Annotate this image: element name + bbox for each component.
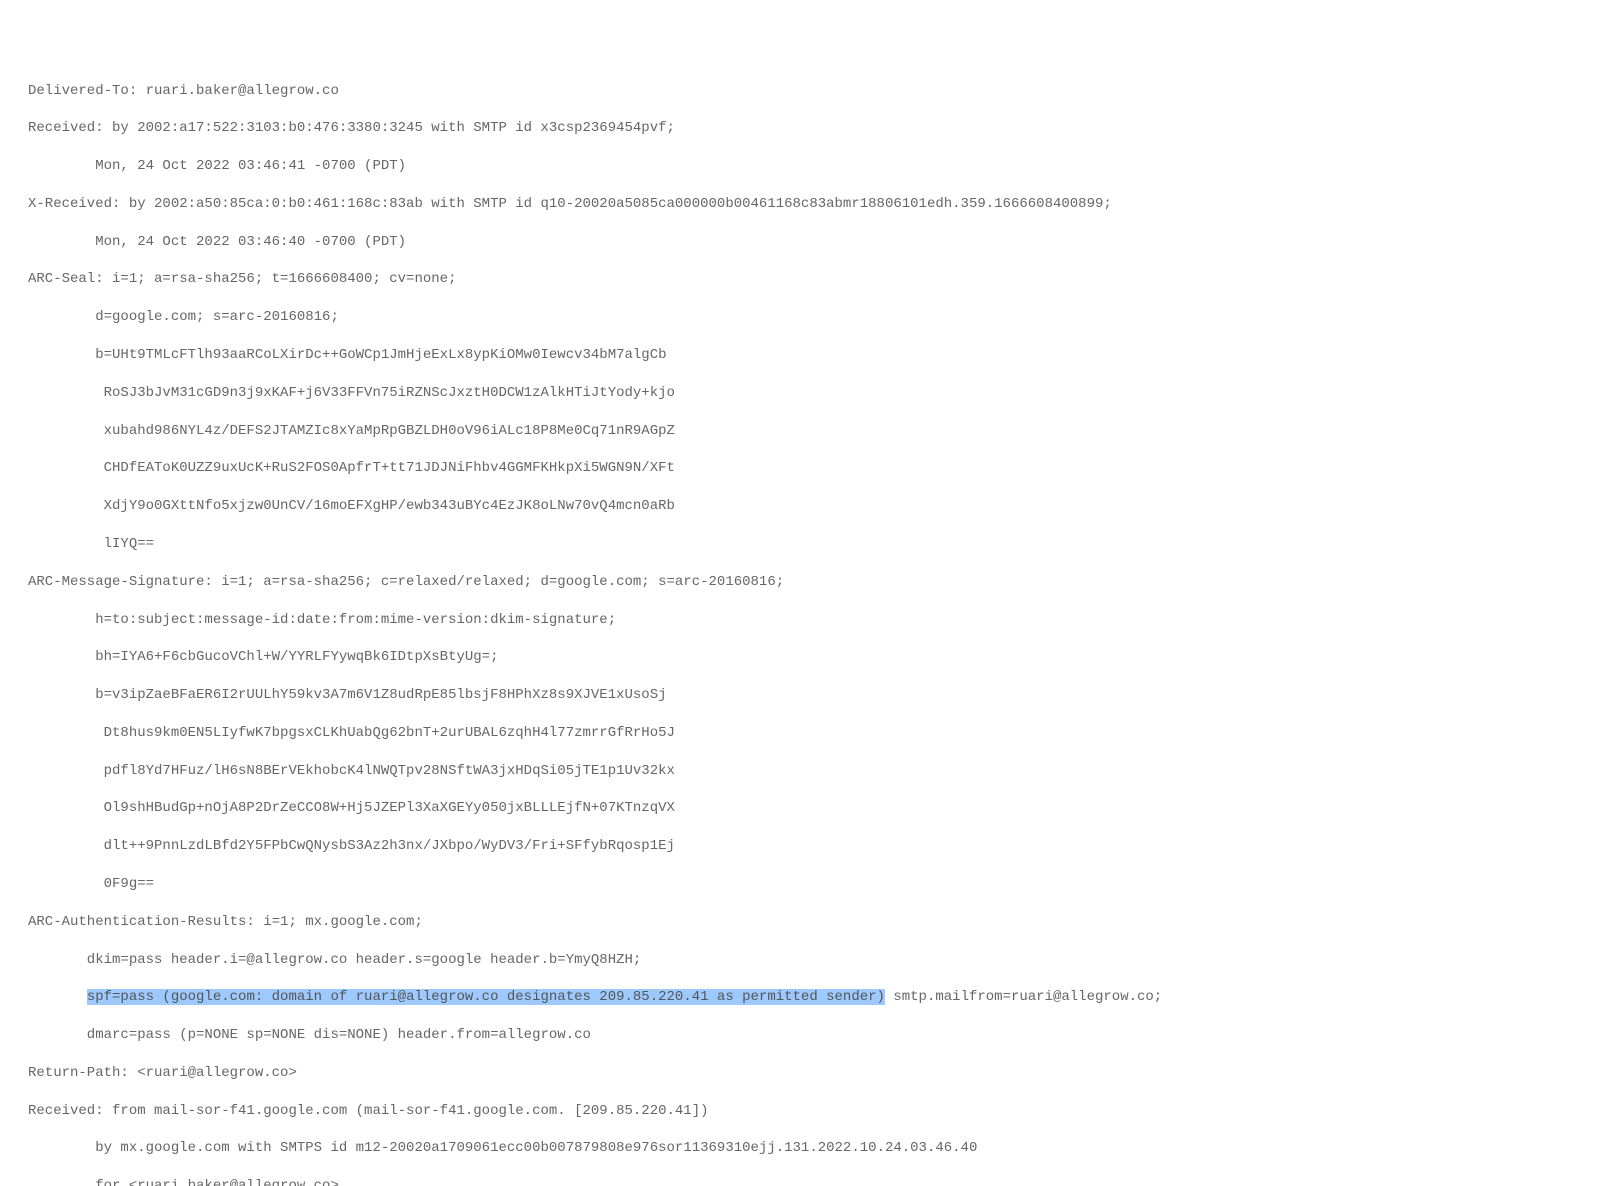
header-line-received-by: by mx.google.com with SMTPS id m12-20020…: [28, 1139, 1580, 1158]
header-line-arc-msg-b3: pdfl8Yd7HFuz/lH6sN8BErVEkhobcK4lNWQTpv28…: [28, 762, 1580, 781]
header-line-arc-message-signature: ARC-Message-Signature: i=1; a=rsa-sha256…: [28, 573, 1580, 592]
header-line-arc-seal-b5: XdjY9o0GXttNfo5xjzw0UnCV/16moEFXgHP/ewb3…: [28, 497, 1580, 516]
header-line-received-from: Received: from mail-sor-f41.google.com (…: [28, 1102, 1580, 1121]
header-line-return-path: Return-Path: <ruari@allegrow.co>: [28, 1064, 1580, 1083]
header-line-arc-msg-bh: bh=IYA6+F6cbGucoVChl+W/YYRLFYywqBk6IDtpX…: [28, 648, 1580, 667]
header-line-arc-msg-b1: b=v3ipZaeBFaER6I2rUULhY59kv3A7m6V1Z8udRp…: [28, 686, 1580, 705]
header-line-arc-seal-d: d=google.com; s=arc-20160816;: [28, 308, 1580, 327]
spf-tail: smtp.mailfrom=ruari@allegrow.co;: [885, 989, 1162, 1005]
header-line-dmarc: dmarc=pass (p=NONE sp=NONE dis=NONE) hea…: [28, 1026, 1580, 1045]
header-line-arc-seal-b6: lIYQ==: [28, 535, 1580, 554]
header-line-spf: spf=pass (google.com: domain of ruari@al…: [28, 988, 1580, 1007]
header-line-arc-msg-b2: Dt8hus9km0EN5LIyfwK7bpgsxCLKhUabQg62bnT+…: [28, 724, 1580, 743]
header-line-received-for: for <ruari.baker@allegrow.co>: [28, 1177, 1580, 1186]
header-line-delivered-to: Delivered-To: ruari.baker@allegrow.co: [28, 82, 1580, 101]
header-line-arc-msg-b6: 0F9g==: [28, 875, 1580, 894]
header-line-arc-seal-b4: CHDfEAToK0UZZ9uxUcK+RuS2FOS0ApfrT+tt71JD…: [28, 459, 1580, 478]
header-line-received: Received: by 2002:a17:522:3103:b0:476:33…: [28, 119, 1580, 138]
spf-indent: [28, 989, 87, 1005]
header-line-dkim: dkim=pass header.i=@allegrow.co header.s…: [28, 951, 1580, 970]
header-line-x-received: X-Received: by 2002:a50:85ca:0:b0:461:16…: [28, 195, 1580, 214]
header-line-x-received-date: Mon, 24 Oct 2022 03:46:40 -0700 (PDT): [28, 233, 1580, 252]
header-line-arc-seal-b3: xubahd986NYL4z/DEFS2JTAMZIc8xYaMpRpGBZLD…: [28, 422, 1580, 441]
spf-pass-highlight: spf=pass (google.com: domain of ruari@al…: [87, 989, 885, 1005]
header-line-arc-seal-b1: b=UHt9TMLcFTlh93aaRCoLXirDc++GoWCp1JmHje…: [28, 346, 1580, 365]
header-line-arc-auth-results: ARC-Authentication-Results: i=1; mx.goog…: [28, 913, 1580, 932]
header-line-arc-msg-h: h=to:subject:message-id:date:from:mime-v…: [28, 611, 1580, 630]
header-line-arc-msg-b4: Ol9shHBudGp+nOjA8P2DrZeCCO8W+Hj5JZEPl3Xa…: [28, 799, 1580, 818]
header-line-arc-msg-b5: dlt++9PnnLzdLBfd2Y5FPbCwQNysbS3Az2h3nx/J…: [28, 837, 1580, 856]
header-line-received-date: Mon, 24 Oct 2022 03:46:41 -0700 (PDT): [28, 157, 1580, 176]
header-line-arc-seal-b2: RoSJ3bJvM31cGD9n3j9xKAF+j6V33FFVn75iRZNS…: [28, 384, 1580, 403]
header-line-arc-seal: ARC-Seal: i=1; a=rsa-sha256; t=166660840…: [28, 270, 1580, 289]
